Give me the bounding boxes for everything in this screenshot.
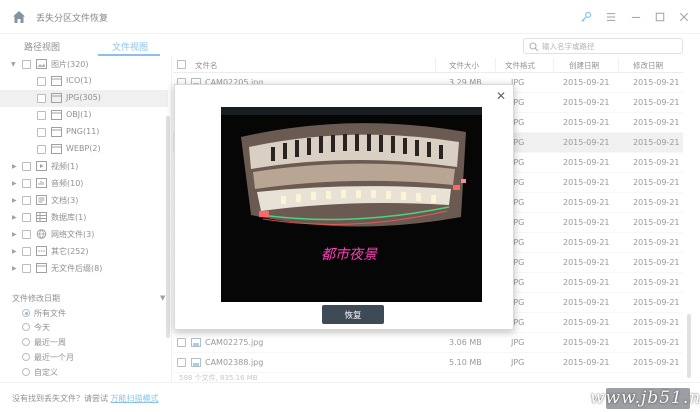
image-preview-dialog: ✕ 都市夜景 恢复 <box>174 84 514 330</box>
watermark-text: www.jb51.net <box>590 388 700 408</box>
restore-button[interactable]: 恢复 <box>322 305 384 324</box>
preview-image: 都市夜景 <box>221 107 482 302</box>
close-icon[interactable]: ✕ <box>496 89 506 103</box>
night-building-photo: 都市夜景 <box>221 107 482 302</box>
photo-neon-text: 都市夜景 <box>321 247 378 263</box>
